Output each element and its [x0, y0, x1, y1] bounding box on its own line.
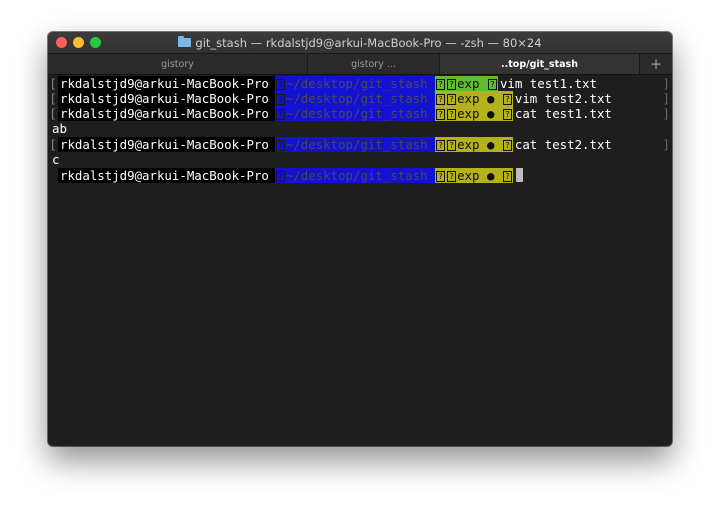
prompt-host: rkdalstjd9@arkui-MacBook-Pro — [58, 137, 275, 152]
prompt-line: [ rkdalstjd9@arkui-MacBook-Pro ? ~/deskto… — [48, 91, 672, 106]
prompt-path: ? ~/desktop/git_stash — [274, 137, 436, 152]
prompt-path-text: ~/desktop/git_stash — [285, 106, 428, 121]
git-icon: ? — [436, 79, 446, 90]
tab-label: gistory ... — [351, 58, 396, 70]
prompt-bracket-right: ] — [662, 137, 670, 152]
command-output: c — [52, 152, 60, 167]
prompt-end-icon: ? — [487, 79, 497, 90]
dirty-indicator: ● — [486, 106, 495, 121]
tab-label: ..top/git_stash — [501, 58, 578, 70]
prompt-end-icon: ? — [502, 140, 512, 151]
prompt-host: rkdalstjd9@arkui-MacBook-Pro — [58, 106, 275, 121]
terminal-window: git_stash — rkdalstjd9@arkui-MacBook-Pro… — [48, 32, 672, 446]
prompt-git: ?? exp ● ? — [435, 91, 513, 106]
prompt-line: [ rkdalstjd9@arkui-MacBook-Pro ? ~/deskto… — [48, 76, 672, 91]
dirty-indicator: ● — [486, 168, 495, 183]
text-cursor — [515, 168, 523, 182]
command-text: cat test2.txt — [514, 137, 612, 152]
prompt-git: ?? exp ● ? — [435, 168, 513, 183]
prompt-branch: exp — [457, 91, 480, 106]
prompt-path: ? ~/desktop/git_stash — [274, 168, 436, 183]
directory-icon: ? — [275, 140, 285, 151]
prompt-path-text: ~/desktop/git_stash — [285, 91, 428, 106]
command-output: ab — [52, 121, 67, 136]
prompt-host: rkdalstjd9@arkui-MacBook-Pro — [58, 91, 275, 106]
close-button[interactable] — [56, 37, 67, 48]
prompt-path: ? ~/desktop/git_stash — [274, 91, 436, 106]
prompt-bracket: [ — [49, 106, 57, 121]
tab-label: gistory — [161, 58, 194, 70]
prompt-end-icon: ? — [502, 109, 512, 120]
window-title-text: git_stash — rkdalstjd9@arkui-MacBook-Pro… — [195, 35, 542, 50]
prompt-path: ? ~/desktop/git_stash — [274, 106, 436, 121]
prompt-branch: exp — [457, 137, 480, 152]
window-title: git_stash — rkdalstjd9@arkui-MacBook-Pro… — [178, 35, 542, 50]
prompt-branch: exp — [457, 76, 480, 91]
directory-icon: ? — [275, 79, 285, 90]
prompt-end-icon: ? — [502, 94, 512, 105]
tab-git-stash[interactable]: ..top/git_stash — [440, 54, 640, 74]
git-icon: ? — [436, 171, 446, 182]
folder-icon — [178, 36, 192, 47]
branch-icon: ? — [447, 79, 457, 90]
prompt-git: ?? exp ● ? — [435, 137, 513, 152]
title-bar[interactable]: git_stash — rkdalstjd9@arkui-MacBook-Pro… — [48, 32, 672, 53]
prompt-git: ?? exp ● ? — [435, 106, 513, 121]
maximize-button[interactable] — [90, 37, 101, 48]
prompt-branch: exp — [457, 106, 480, 121]
prompt-path-text: ~/desktop/git_stash — [285, 137, 428, 152]
prompt-path-text: ~/desktop/git_stash — [285, 168, 428, 183]
git-icon: ? — [436, 94, 446, 105]
prompt-bracket — [48, 168, 58, 183]
command-text: vim test1.txt — [499, 76, 597, 91]
prompt-host: rkdalstjd9@arkui-MacBook-Pro — [58, 168, 275, 183]
tab-gistory[interactable]: gistory — [48, 54, 308, 74]
tab-gistory-2[interactable]: gistory ... — [308, 54, 440, 74]
dirty-indicator: ● — [486, 137, 495, 152]
branch-icon: ? — [447, 171, 457, 182]
command-text: vim test2.txt — [514, 91, 612, 106]
directory-icon: ? — [275, 171, 285, 182]
prompt-bracket: [ — [49, 137, 57, 152]
new-tab-button[interactable]: + — [640, 54, 672, 74]
prompt-bracket-right: ] — [662, 76, 670, 91]
prompt-line: [ rkdalstjd9@arkui-MacBook-Pro ? ~/deskto… — [48, 137, 672, 152]
prompt-bracket-right: ] — [662, 91, 670, 106]
prompt-bracket: [ — [49, 91, 57, 106]
prompt-path: ? ~/desktop/git_stash — [274, 76, 436, 91]
prompt-bracket: [ — [49, 76, 57, 91]
tab-bar: gistory gistory ... ..top/git_stash + — [48, 53, 672, 75]
prompt-end-icon: ? — [502, 171, 512, 182]
prompt-git: ?? exp ? — [435, 76, 498, 91]
active-prompt-line[interactable]: rkdalstjd9@arkui-MacBook-Pro ? ~/desktop/… — [48, 168, 672, 183]
prompt-path-text: ~/desktop/git_stash — [285, 76, 428, 91]
branch-icon: ? — [447, 94, 457, 105]
directory-icon: ? — [275, 94, 285, 105]
prompt-line: [ rkdalstjd9@arkui-MacBook-Pro ? ~/deskto… — [48, 106, 672, 121]
prompt-host: rkdalstjd9@arkui-MacBook-Pro — [58, 76, 275, 91]
git-icon: ? — [436, 109, 446, 120]
dirty-indicator: ● — [486, 91, 495, 106]
directory-icon: ? — [275, 109, 285, 120]
command-text: cat test1.txt — [514, 106, 612, 121]
minimize-button[interactable] — [73, 37, 84, 48]
plus-icon: + — [649, 55, 663, 73]
prompt-branch: exp — [457, 168, 480, 183]
terminal-content[interactable]: [ rkdalstjd9@arkui-MacBook-Pro ? ~/deskto… — [48, 75, 672, 446]
git-icon: ? — [436, 140, 446, 151]
branch-icon: ? — [447, 140, 457, 151]
prompt-bracket-right: ] — [662, 106, 670, 121]
branch-icon: ? — [447, 109, 457, 120]
